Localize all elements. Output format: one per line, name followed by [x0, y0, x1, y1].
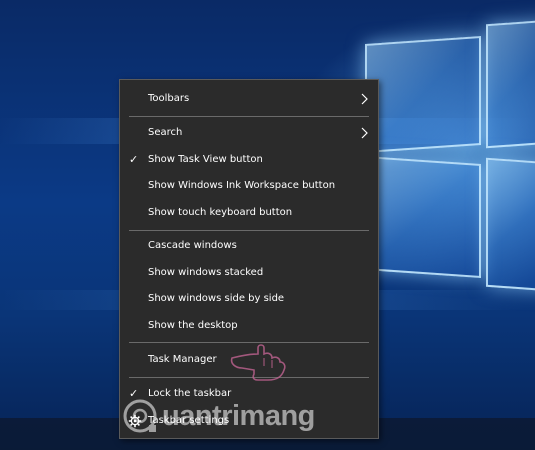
menu-item-label: Toolbars: [148, 93, 190, 104]
windows-logo-pane: [486, 19, 535, 149]
menu-separator: [129, 230, 369, 231]
menu-item-label: Show touch keyboard button: [148, 207, 293, 218]
menu-item-show-touch-keyboard[interactable]: Show touch keyboard button: [120, 200, 378, 226]
menu-item-label: Show Windows Ink Workspace button: [148, 180, 336, 191]
menu-item-label: Show windows side by side: [148, 293, 285, 304]
menu-item-show-ink-workspace[interactable]: Show Windows Ink Workspace button: [120, 173, 378, 199]
menu-item-cascade-windows[interactable]: Cascade windows: [120, 233, 378, 259]
menu-item-label: Show the desktop: [148, 320, 238, 331]
menu-item-label: Search: [148, 127, 183, 138]
menu-item-search[interactable]: Search: [120, 120, 378, 146]
checkmark-icon: ✓: [129, 153, 139, 166]
chevron-right-icon: [361, 127, 368, 139]
menu-separator: [129, 116, 369, 117]
menu-item-show-windows-stacked[interactable]: Show windows stacked: [120, 260, 378, 286]
menu-item-label: Cascade windows: [148, 240, 237, 251]
menu-item-label: Show Task View button: [148, 154, 263, 165]
watermark-text: uantrimang: [162, 400, 315, 432]
windows-logo-pane: [486, 157, 535, 292]
menu-item-show-task-view[interactable]: ✓ Show Task View button: [120, 147, 378, 173]
hand-pointer-icon: [230, 344, 286, 381]
menu-item-label: Task Manager: [148, 354, 217, 365]
watermark: uantrimang: [118, 396, 358, 442]
menu-item-show-windows-side-by-side[interactable]: Show windows side by side: [120, 286, 378, 312]
chevron-right-icon: [361, 93, 368, 105]
windows-logo-pane: [365, 35, 481, 154]
menu-item-toolbars[interactable]: Toolbars: [120, 86, 378, 112]
windows-logo-pane: [365, 155, 481, 279]
menu-item-label: Show windows stacked: [148, 267, 264, 278]
watermark-logo-icon: [123, 399, 157, 433]
